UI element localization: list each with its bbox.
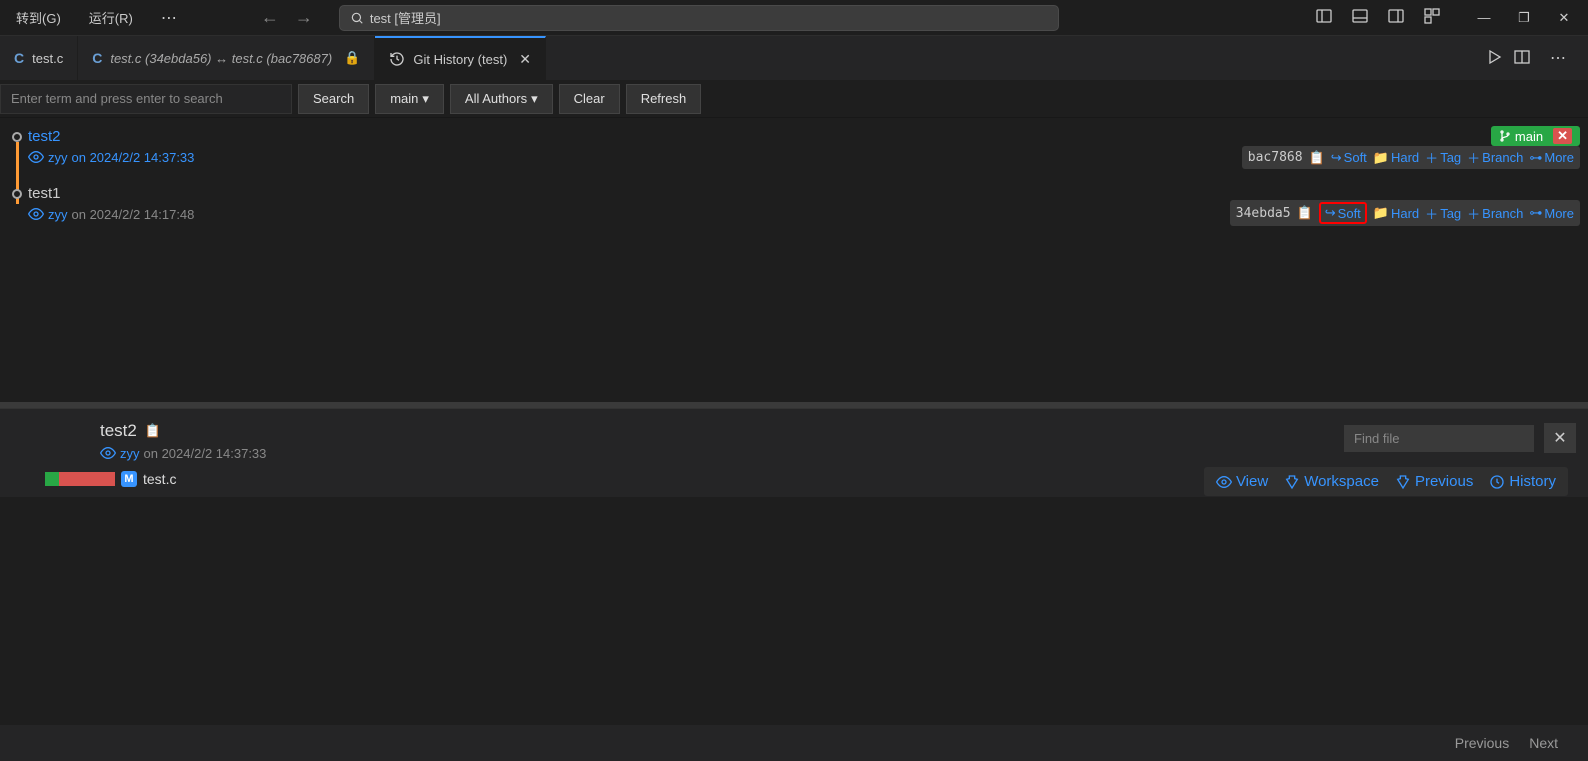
history-button[interactable]: History xyxy=(1489,473,1556,490)
eye-icon xyxy=(28,206,44,222)
more-actions-icon[interactable]: ⋯ xyxy=(1542,44,1574,72)
nav-back-icon[interactable]: ← xyxy=(255,5,285,30)
commit-date: on 2024/2/2 14:17:48 xyxy=(72,207,195,222)
commit-dot-icon xyxy=(12,189,22,199)
tab-bar: C test.c C test.c (34ebda56) ↔ test.c (b… xyxy=(0,36,1588,80)
copy-icon[interactable]: 📋 xyxy=(1297,205,1313,221)
menu-run[interactable]: 运行(R) xyxy=(81,4,141,31)
delete-branch-icon[interactable]: ✕ xyxy=(1553,128,1572,144)
search-icon xyxy=(350,11,364,25)
c-file-icon: C xyxy=(14,50,24,66)
tab-label: Git History (test) xyxy=(413,52,507,67)
commit-author: zyy xyxy=(48,150,68,165)
layout-sidebar-left-icon[interactable] xyxy=(1310,4,1338,31)
tag-button[interactable]: ＋Tag xyxy=(1425,204,1461,223)
modified-badge-icon: M xyxy=(121,471,137,487)
branch-dropdown[interactable]: main▾ xyxy=(375,84,444,114)
branch-button[interactable]: ＋Branch xyxy=(1467,204,1523,223)
commit-list: test2 zyy on 2024/2/2 14:37:33 main ✕ ba… xyxy=(0,118,1588,402)
next-page-button[interactable]: Next xyxy=(1529,735,1558,751)
lock-icon: 🔒 xyxy=(344,50,360,66)
branch-icon xyxy=(1499,130,1511,142)
command-center[interactable]: test [管理员] xyxy=(339,5,1059,31)
workspace-button[interactable]: Workspace xyxy=(1284,473,1379,490)
previous-button[interactable]: Previous xyxy=(1395,473,1473,490)
detail-author: zyy xyxy=(120,446,140,461)
hard-reset-button[interactable]: 📁Hard xyxy=(1373,150,1419,166)
copy-icon[interactable]: 📋 xyxy=(1309,150,1325,166)
tab-git-history[interactable]: Git History (test) ✕ xyxy=(375,36,546,80)
search-button[interactable]: Search xyxy=(298,84,369,114)
commit-dot-icon xyxy=(12,132,22,142)
chevron-down-icon: ▾ xyxy=(531,91,538,107)
prev-page-button[interactable]: Previous xyxy=(1455,735,1509,751)
more-button[interactable]: ⊶More xyxy=(1529,205,1574,221)
tab-testc[interactable]: C test.c xyxy=(0,36,78,80)
maximize-icon[interactable]: ❐ xyxy=(1508,6,1540,30)
pagination-footer: Previous Next xyxy=(0,725,1588,761)
close-window-icon[interactable]: ✕ xyxy=(1548,6,1580,30)
commit-actions: 34ebda5 📋 ↪Soft 📁Hard ＋Tag ＋Branch ⊶More xyxy=(1230,200,1580,226)
commit-author: zyy xyxy=(48,207,68,222)
commit-hash: 34ebda5 xyxy=(1236,206,1291,221)
tab-label: test.c xyxy=(32,51,63,66)
layout-sidebar-right-icon[interactable] xyxy=(1382,4,1410,31)
soft-reset-button[interactable]: ↪Soft xyxy=(1331,150,1367,166)
chevron-down-icon: ▾ xyxy=(422,91,429,107)
branch-badge[interactable]: main ✕ xyxy=(1491,126,1580,146)
title-bar: 转到(G) 运行(R) ⋯ ← → test [管理员] — ❐ ✕ xyxy=(0,0,1588,36)
split-editor-icon[interactable] xyxy=(1514,49,1530,68)
history-icon xyxy=(389,51,405,67)
command-center-text: test [管理员] xyxy=(370,8,441,27)
search-input[interactable] xyxy=(0,84,292,114)
commit-date: on 2024/2/2 14:37:33 xyxy=(72,150,195,165)
filter-bar: Search main▾ All Authors▾ Clear Refresh xyxy=(0,80,1588,118)
menu-goto[interactable]: 转到(G) xyxy=(8,4,69,31)
close-detail-icon[interactable]: ✕ xyxy=(1544,423,1576,453)
menu-more-icon[interactable]: ⋯ xyxy=(153,4,185,32)
commit-row[interactable]: test2 zyy on 2024/2/2 14:37:33 main ✕ ba… xyxy=(0,118,1588,175)
eye-icon xyxy=(28,149,44,165)
run-icon[interactable] xyxy=(1486,49,1502,68)
close-icon[interactable]: ✕ xyxy=(519,51,531,68)
diff-heat-icon xyxy=(45,472,115,486)
tab-diff[interactable]: C test.c (34ebda56) ↔ test.c (bac78687) … xyxy=(78,36,375,80)
detail-title: test2 xyxy=(100,421,137,441)
commit-hash: bac7868 xyxy=(1248,150,1303,165)
detail-date: on 2024/2/2 14:37:33 xyxy=(144,446,267,461)
layout-panel-bottom-icon[interactable] xyxy=(1346,4,1374,31)
commit-actions: bac7868 📋 ↪Soft 📁Hard ＋Tag ＋Branch ⊶More xyxy=(1242,146,1580,169)
eye-icon xyxy=(100,445,116,461)
find-file-input[interactable] xyxy=(1344,425,1534,452)
clear-button[interactable]: Clear xyxy=(559,84,620,114)
commit-title: test2 xyxy=(28,128,1576,145)
hard-reset-button[interactable]: 📁Hard xyxy=(1373,205,1419,221)
more-button[interactable]: ⊶More xyxy=(1529,150,1574,166)
customize-layout-icon[interactable] xyxy=(1418,4,1446,31)
tag-button[interactable]: ＋Tag xyxy=(1425,148,1461,167)
filename: test.c xyxy=(143,471,176,487)
minimize-icon[interactable]: — xyxy=(1468,6,1500,30)
c-file-icon: C xyxy=(92,50,102,66)
authors-dropdown[interactable]: All Authors▾ xyxy=(450,84,553,114)
branch-button[interactable]: ＋Branch xyxy=(1467,148,1523,167)
commit-row[interactable]: test1 zyy on 2024/2/2 14:17:48 34ebda5 📋… xyxy=(0,175,1588,232)
commit-detail-pane: test2 📋 zyy on 2024/2/2 14:37:33 M test.… xyxy=(0,408,1588,497)
refresh-button[interactable]: Refresh xyxy=(626,84,702,114)
tab-label: test.c (34ebda56) ↔ test.c (bac78687) xyxy=(110,51,332,66)
view-button[interactable]: View xyxy=(1216,473,1268,490)
soft-reset-button[interactable]: ↪Soft xyxy=(1325,205,1361,221)
nav-forward-icon[interactable]: → xyxy=(289,5,319,30)
copy-icon[interactable]: 📋 xyxy=(145,423,161,439)
